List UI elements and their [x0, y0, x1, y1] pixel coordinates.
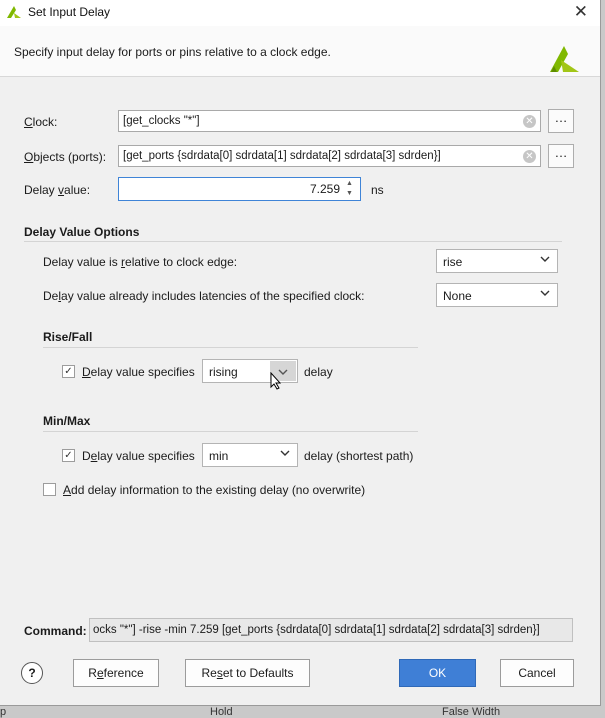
rise-fall-checkbox-label: Delay value specifies: [82, 365, 195, 379]
latency-value: None: [443, 289, 472, 303]
chevron-down-icon: [280, 450, 290, 456]
clear-clock-icon[interactable]: ✕: [523, 115, 536, 128]
rise-fall-suffix: delay: [304, 365, 333, 379]
delay-value: 7.259: [309, 182, 340, 196]
chevron-down-icon: [540, 290, 550, 296]
rise-fall-divider: [43, 347, 418, 348]
set-input-delay-dialog: Set Input Delay ✕ Specify input delay fo…: [0, 0, 601, 706]
objects-field[interactable]: [get_ports {sdrdata[0] sdrdata[1] sdrdat…: [118, 145, 541, 167]
min-max-value: min: [209, 449, 229, 463]
rise-fall-select[interactable]: rising: [202, 359, 298, 383]
ok-button[interactable]: OK: [399, 659, 476, 687]
command-value: ocks "*"] -rise -min 7.259 [get_ports {s…: [93, 624, 540, 636]
min-max-checkbox[interactable]: ✓: [62, 449, 75, 462]
delay-unit: ns: [371, 183, 384, 197]
relative-edge-value: rise: [443, 255, 463, 269]
min-max-title: Min/Max: [43, 414, 91, 428]
vivado-large-logo-icon: [550, 46, 579, 72]
header-description: Specify input delay for ports or pins re…: [14, 45, 331, 59]
background-header-width: False Width: [442, 706, 501, 718]
delay-value-spinner[interactable]: 7.259 ▲ ▼: [118, 177, 361, 201]
close-icon[interactable]: ✕: [574, 2, 588, 22]
min-max-checkbox-label: Delay value specifies: [82, 449, 195, 463]
mouse-cursor-icon: [270, 372, 282, 390]
section-divider: [24, 241, 562, 242]
reference-button[interactable]: Reference: [73, 659, 159, 687]
add-delay-label: Add delay information to the existing de…: [63, 483, 366, 497]
delay-options-title: Delay Value Options: [24, 225, 140, 239]
min-max-suffix: delay (shortest path): [304, 449, 414, 463]
clear-objects-icon[interactable]: ✕: [523, 150, 536, 163]
add-delay-checkbox[interactable]: [43, 483, 56, 496]
objects-label: Objects (ports):: [24, 150, 107, 164]
latency-select[interactable]: None: [436, 283, 558, 307]
objects-value: [get_ports {sdrdata[0] sdrdata[1] sdrdat…: [123, 150, 441, 162]
relative-edge-label: Delay value is relative to clock edge:: [43, 255, 238, 269]
window-title: Set Input Delay: [28, 5, 111, 19]
command-label: Command:: [24, 624, 87, 638]
help-button[interactable]: ?: [21, 662, 43, 684]
clock-browse-button[interactable]: …: [548, 109, 574, 133]
objects-browse-button[interactable]: …: [548, 144, 574, 168]
rise-fall-checkbox[interactable]: ✓: [62, 365, 75, 378]
cancel-button[interactable]: Cancel: [500, 659, 574, 687]
vivado-logo-icon: [7, 6, 21, 18]
dialog-header: Specify input delay for ports or pins re…: [0, 26, 600, 77]
rise-fall-value: rising: [209, 365, 238, 379]
background-header-hold: Hold: [210, 706, 233, 718]
title-bar[interactable]: Set Input Delay ✕: [0, 0, 600, 26]
min-max-divider: [43, 431, 418, 432]
clock-label: Clock:: [24, 115, 58, 129]
min-max-select[interactable]: min: [202, 443, 298, 467]
command-field[interactable]: ocks "*"] -rise -min 7.259 [get_ports {s…: [89, 618, 573, 642]
rise-fall-title: Rise/Fall: [43, 330, 93, 344]
clock-value: [get_clocks "*"]: [123, 115, 200, 127]
background-header-left: p: [0, 706, 7, 718]
chevron-down-icon: [540, 256, 550, 262]
latency-label: Delay value already includes latencies o…: [43, 289, 365, 303]
reset-defaults-button[interactable]: Reset to Defaults: [185, 659, 310, 687]
delay-label: Delay value:: [24, 183, 91, 197]
clock-field[interactable]: [get_clocks "*"] ✕: [118, 110, 541, 132]
spinner-arrows-icon[interactable]: ▲ ▼: [346, 179, 356, 199]
relative-edge-select[interactable]: rise: [436, 249, 558, 273]
